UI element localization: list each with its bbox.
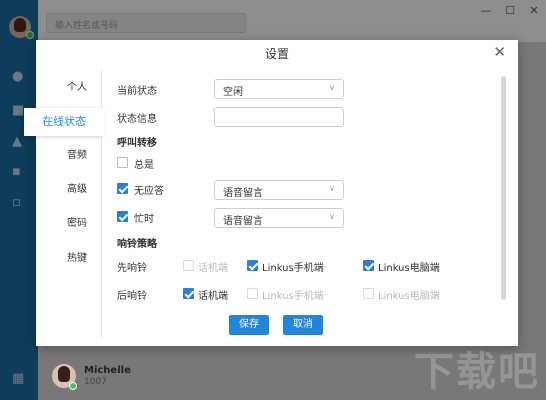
later-ring-mobile-checkbox[interactable] — [247, 288, 258, 299]
current-status-value: 空闲 — [223, 87, 243, 98]
chevron-down-icon: ∨ — [329, 83, 335, 92]
nav-item-personal[interactable]: 个人 — [36, 78, 118, 98]
chevron-down-icon: ∨ — [329, 212, 335, 221]
busy-value: 语音留言 — [223, 216, 263, 227]
first-ring-label: 先响铃 — [117, 263, 147, 274]
nav-item-hotkeys[interactable]: 热键 — [36, 249, 118, 269]
settings-nav: 个人 在线状态 音频 高级 密码 热键 — [24, 70, 104, 338]
user-name: Michelle — [84, 364, 131, 376]
first-ring-mobile-label[interactable]: Linkus手机端 — [262, 259, 324, 274]
later-ring-desktop-label[interactable]: Linkus电脑端 — [378, 287, 440, 302]
nav-item-password[interactable]: 密码 — [36, 214, 118, 234]
always-forward-label[interactable]: 总是 — [134, 156, 154, 171]
no-answer-value: 语音留言 — [223, 188, 263, 199]
first-ring-desktop-label[interactable]: Linkus电脑端 — [378, 259, 440, 274]
save-button[interactable]: 保存 — [229, 315, 269, 335]
close-icon[interactable]: ✕ — [493, 43, 506, 61]
current-status-label: 当前状态 — [117, 86, 157, 97]
busy-select[interactable]: 语音留言 ∨ — [214, 208, 344, 228]
user-extension: 1007 — [84, 376, 107, 387]
first-ring-deskphone-label[interactable]: 话机端 — [198, 259, 228, 274]
nav-item-presence[interactable]: 在线状态 — [24, 108, 104, 136]
later-ring-deskphone-label[interactable]: 话机端 — [198, 287, 228, 302]
no-answer-label[interactable]: 无应答 — [134, 182, 164, 197]
settings-dialog: 设置 ✕ 个人 在线状态 音频 高级 密码 热键 当前状态 空闲 ∨ 状态信息 … — [24, 40, 518, 346]
always-forward-checkbox[interactable] — [117, 157, 128, 168]
status-info-label: 状态信息 — [117, 114, 157, 125]
no-answer-select[interactable]: 语音留言 ∨ — [214, 180, 344, 200]
first-ring-deskphone-checkbox[interactable] — [183, 260, 194, 271]
user-status-dot — [69, 382, 77, 390]
nav-item-audio[interactable]: 音频 — [36, 146, 118, 166]
chevron-down-icon: ∨ — [329, 184, 335, 193]
left-rail: ● ■ ▲ ▪ ▫ ▦ — [0, 0, 38, 400]
later-ring-deskphone-checkbox[interactable] — [183, 288, 194, 299]
busy-checkbox[interactable] — [117, 211, 128, 222]
busy-label[interactable]: 忙时 — [134, 210, 154, 225]
first-ring-mobile-checkbox[interactable] — [247, 260, 258, 271]
later-ring-desktop-checkbox[interactable] — [363, 288, 374, 299]
nav-item-advanced[interactable]: 高级 — [36, 180, 118, 200]
later-ring-mobile-label[interactable]: Linkus手机端 — [262, 287, 324, 302]
cancel-button[interactable]: 取消 — [283, 315, 323, 335]
later-ring-label: 后响铃 — [117, 291, 147, 302]
rail-dim-overlay — [0, 0, 38, 400]
dialog-scrollbar[interactable] — [501, 76, 506, 300]
status-info-input[interactable] — [214, 107, 344, 127]
watermark-logo: 下载吧 — [414, 349, 540, 395]
no-answer-checkbox[interactable] — [117, 183, 128, 194]
current-status-select[interactable]: 空闲 ∨ — [214, 79, 344, 99]
ring-strategy-section-title: 响铃策略 — [117, 239, 157, 250]
current-user-card[interactable]: Michelle 1007 — [52, 364, 131, 388]
settings-content: 当前状态 空闲 ∨ 状态信息 呼叫转移 总是 无应答 语音留言 ∨ 忙时 语音留… — [117, 70, 500, 346]
first-ring-desktop-checkbox[interactable] — [363, 260, 374, 271]
call-forward-section-title: 呼叫转移 — [117, 138, 157, 149]
dialog-title: 设置 — [264, 47, 289, 61]
